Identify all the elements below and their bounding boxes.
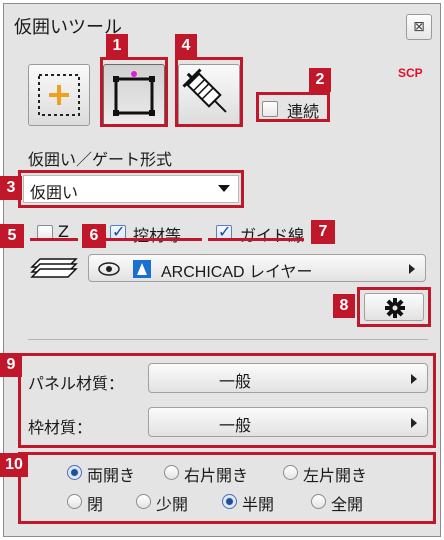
area-add-tool-button[interactable] bbox=[28, 64, 90, 126]
archicad-logo-icon bbox=[133, 260, 151, 278]
callout-3: 3 bbox=[0, 176, 22, 200]
format-label: 仮囲い／ゲート形式 bbox=[28, 150, 173, 169]
close-icon: ⊠ bbox=[413, 19, 425, 35]
close-button[interactable]: ⊠ bbox=[406, 14, 432, 40]
callout-2: 2 bbox=[309, 68, 331, 92]
callout-box-7 bbox=[208, 238, 304, 244]
divider bbox=[28, 339, 428, 340]
callout-1: 1 bbox=[106, 34, 128, 58]
callout-box-10 bbox=[18, 452, 436, 524]
chevron-right-icon bbox=[409, 264, 415, 274]
callout-8: 8 bbox=[333, 294, 355, 318]
callout-box-9 bbox=[18, 353, 436, 448]
callout-6: 6 bbox=[82, 224, 106, 248]
title-bar: 仮囲いツール ⊠ bbox=[4, 4, 440, 44]
callout-box-2 bbox=[256, 92, 330, 122]
callout-box-1 bbox=[100, 57, 168, 127]
callout-box-5 bbox=[30, 238, 78, 244]
callout-box-6 bbox=[104, 238, 202, 244]
callout-7: 7 bbox=[311, 220, 335, 244]
callout-box-4 bbox=[175, 57, 243, 127]
callout-5: 5 bbox=[0, 224, 24, 248]
callout-10: 10 bbox=[0, 453, 28, 477]
callout-box-8 bbox=[357, 287, 431, 327]
layer-stack-icon bbox=[30, 258, 78, 278]
scp-label: SCP bbox=[398, 66, 423, 80]
layer-name: ARCHICAD レイヤー bbox=[161, 264, 313, 281]
callout-9: 9 bbox=[0, 353, 22, 377]
callout-box-3 bbox=[18, 170, 244, 208]
eye-icon bbox=[98, 262, 120, 276]
dashed-rectangle-plus-icon bbox=[38, 74, 80, 116]
callout-4: 4 bbox=[175, 34, 197, 58]
layer-selector-button[interactable]: ARCHICAD レイヤー bbox=[88, 254, 426, 282]
